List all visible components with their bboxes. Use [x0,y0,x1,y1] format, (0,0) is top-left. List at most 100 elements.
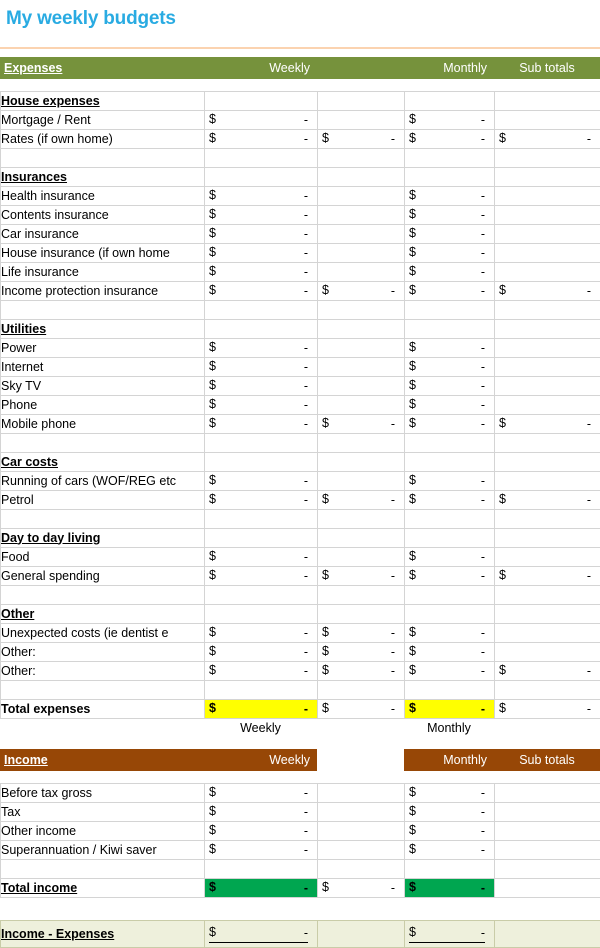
expense-monthly-subtotal[interactable]: $- [495,415,600,434]
expense-weekly-subtotal[interactable]: $- [318,491,405,510]
expense-monthly[interactable]: $- [405,206,495,225]
expense-monthly[interactable]: $- [405,244,495,263]
income-weekly[interactable]: $- [205,841,318,860]
expense-weekly[interactable]: $- [205,225,318,244]
expense-weekly[interactable]: $- [205,263,318,282]
income-weekly-subtotal-empty[interactable] [318,803,405,822]
expense-weekly[interactable]: $- [205,548,318,567]
expense-monthly[interactable]: $- [405,187,495,206]
expense-weekly-subtotal-empty[interactable] [318,225,405,244]
expense-weekly-subtotal[interactable]: $- [318,567,405,586]
expense-monthly-subtotal-empty[interactable] [495,187,600,206]
expense-weekly-subtotal-empty[interactable] [318,396,405,415]
expense-monthly[interactable]: $- [405,225,495,244]
expense-weekly-subtotal[interactable]: $- [318,282,405,301]
expense-monthly-subtotal[interactable]: $- [495,567,600,586]
expense-monthly-subtotal-empty[interactable] [495,339,600,358]
total-expenses-weekly-subtotal[interactable]: $- [318,700,405,719]
expense-weekly[interactable]: $- [205,472,318,491]
expense-weekly-subtotal-empty[interactable] [318,111,405,130]
expense-monthly[interactable]: $- [405,130,495,149]
expense-monthly-subtotal[interactable]: $- [495,662,600,681]
total-expenses-monthly-subtotal[interactable]: $- [495,700,600,719]
income-weekly-subtotal-empty[interactable] [318,784,405,803]
expense-weekly-subtotal-empty[interactable] [318,263,405,282]
expense-monthly[interactable]: $- [405,339,495,358]
expense-monthly[interactable]: $- [405,548,495,567]
expense-monthly-subtotal[interactable]: $- [495,491,600,510]
expense-weekly[interactable]: $- [205,567,318,586]
expense-weekly-subtotal[interactable]: $- [318,643,405,662]
expense-monthly[interactable]: $- [405,263,495,282]
expense-weekly-subtotal-empty[interactable] [318,187,405,206]
expense-monthly[interactable]: $- [405,358,495,377]
income-weekly[interactable]: $- [205,784,318,803]
expense-weekly-subtotal[interactable]: $- [318,130,405,149]
expense-monthly-subtotal[interactable]: $- [495,282,600,301]
expense-weekly[interactable]: $- [205,358,318,377]
expense-monthly[interactable]: $- [405,282,495,301]
expense-monthly[interactable]: $- [405,415,495,434]
expense-weekly-subtotal-empty[interactable] [318,548,405,567]
expense-monthly[interactable]: $- [405,111,495,130]
income-monthly-subtotal-empty[interactable] [495,841,600,860]
income-monthly[interactable]: $- [405,822,495,841]
expense-weekly-subtotal-empty[interactable] [318,358,405,377]
income-monthly[interactable]: $- [405,784,495,803]
expense-weekly[interactable]: $- [205,130,318,149]
expense-monthly-subtotal-empty[interactable] [495,472,600,491]
expense-monthly[interactable]: $- [405,643,495,662]
expense-weekly[interactable]: $- [205,377,318,396]
total-income-monthly[interactable]: $- [405,879,495,898]
expense-monthly-subtotal-empty[interactable] [495,263,600,282]
expense-weekly[interactable]: $- [205,187,318,206]
income-monthly-subtotal-empty[interactable] [495,803,600,822]
expense-weekly-subtotal[interactable]: $- [318,662,405,681]
income-monthly[interactable]: $- [405,803,495,822]
total-expenses-weekly[interactable]: $- [205,700,318,719]
income-monthly-subtotal-empty[interactable] [495,784,600,803]
expense-weekly[interactable]: $- [205,244,318,263]
expense-monthly[interactable]: $- [405,396,495,415]
expense-monthly[interactable]: $- [405,662,495,681]
total-income-weekly-subtotal[interactable]: $- [318,879,405,898]
expense-monthly-subtotal-empty[interactable] [495,624,600,643]
expense-weekly-subtotal[interactable]: $- [318,415,405,434]
expense-weekly[interactable]: $- [205,339,318,358]
expense-weekly-subtotal[interactable]: $- [318,624,405,643]
expense-weekly[interactable]: $- [205,624,318,643]
expense-weekly-subtotal-empty[interactable] [318,472,405,491]
expense-monthly-subtotal-empty[interactable] [495,643,600,662]
expense-monthly-subtotal[interactable]: $- [495,130,600,149]
expense-weekly[interactable]: $- [205,662,318,681]
income-monthly-subtotal-empty[interactable] [495,822,600,841]
total-expenses-monthly[interactable]: $- [405,700,495,719]
expense-monthly[interactable]: $- [405,567,495,586]
expense-monthly-subtotal-empty[interactable] [495,206,600,225]
expense-monthly-subtotal-empty[interactable] [495,396,600,415]
expense-weekly-subtotal-empty[interactable] [318,339,405,358]
net-monthly-cell[interactable]: $ - [405,921,495,948]
expense-monthly-subtotal-empty[interactable] [495,377,600,396]
expense-monthly-subtotal-empty[interactable] [495,244,600,263]
expense-weekly[interactable]: $- [205,491,318,510]
income-weekly-subtotal-empty[interactable] [318,841,405,860]
income-monthly[interactable]: $- [405,841,495,860]
expense-monthly[interactable]: $- [405,472,495,491]
total-income-weekly[interactable]: $- [205,879,318,898]
expense-weekly[interactable]: $- [205,111,318,130]
expense-weekly[interactable]: $- [205,415,318,434]
expense-monthly-subtotal-empty[interactable] [495,358,600,377]
income-weekly-subtotal-empty[interactable] [318,822,405,841]
expense-weekly-subtotal-empty[interactable] [318,244,405,263]
expense-monthly[interactable]: $- [405,624,495,643]
expense-monthly-subtotal-empty[interactable] [495,111,600,130]
net-weekly-cell[interactable]: $ - [205,921,318,948]
income-weekly[interactable]: $- [205,822,318,841]
expense-monthly-subtotal-empty[interactable] [495,548,600,567]
expense-monthly[interactable]: $- [405,491,495,510]
expense-weekly[interactable]: $- [205,206,318,225]
expense-weekly[interactable]: $- [205,282,318,301]
expense-weekly[interactable]: $- [205,396,318,415]
expense-weekly-subtotal-empty[interactable] [318,377,405,396]
